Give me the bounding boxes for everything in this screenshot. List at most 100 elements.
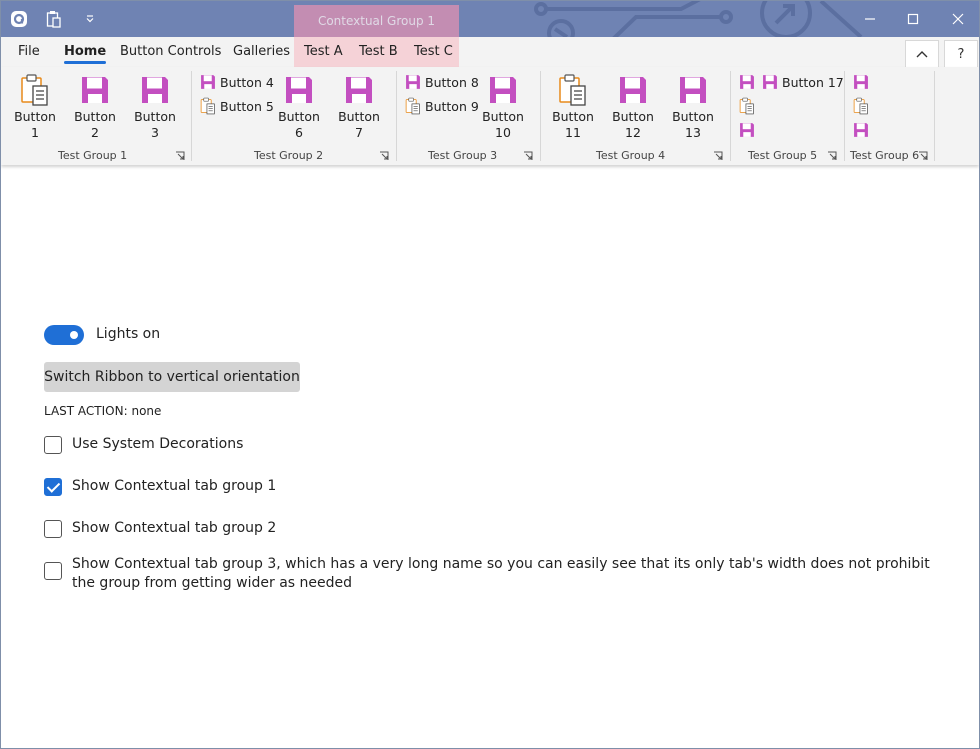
tab-file[interactable]: File xyxy=(18,37,40,67)
dialog-launcher-icon[interactable] xyxy=(918,151,928,161)
save-icon xyxy=(738,73,756,91)
button-13[interactable]: Button 13 xyxy=(669,73,717,141)
tab-galleries[interactable]: Galleries xyxy=(233,37,290,67)
paste-icon xyxy=(199,97,217,115)
group-label: Test Group 4 xyxy=(596,149,666,162)
checkbox-label: Use System Decorations xyxy=(72,436,244,452)
button-label: Button xyxy=(482,109,524,124)
help-button[interactable]: ? xyxy=(944,40,978,68)
button-18[interactable] xyxy=(852,71,873,93)
dialog-launcher-icon[interactable] xyxy=(379,151,389,161)
show-contextual-group-2-checkbox[interactable] xyxy=(44,520,62,538)
use-system-decorations-checkbox[interactable] xyxy=(44,436,62,454)
button-label: 12 xyxy=(625,125,641,140)
button-label: 6 xyxy=(295,125,303,140)
button-6[interactable]: Button 6 xyxy=(275,73,323,141)
dialog-launcher-icon[interactable] xyxy=(827,151,837,161)
save-icon xyxy=(404,73,422,91)
show-contextual-group-3-checkbox[interactable] xyxy=(44,562,62,580)
button-label: 1 xyxy=(31,125,39,140)
button-19[interactable] xyxy=(852,95,873,117)
save-icon xyxy=(761,73,779,91)
button-10[interactable]: Button 10 xyxy=(479,73,527,141)
button-label: 3 xyxy=(151,125,159,140)
save-icon xyxy=(199,73,217,91)
show-contextual-group-1-checkbox[interactable] xyxy=(44,478,62,496)
tab-button-controls[interactable]: Button Controls xyxy=(120,37,221,67)
dialog-launcher-icon[interactable] xyxy=(523,151,533,161)
button-14[interactable] xyxy=(738,71,759,93)
button-label: Button xyxy=(612,109,654,124)
button-20[interactable] xyxy=(852,119,873,141)
toggle-knob xyxy=(70,331,78,339)
save-icon xyxy=(335,73,383,107)
checkbox-label: Show Contextual tab group 2 xyxy=(72,520,277,536)
button-17[interactable]: Button 17 xyxy=(761,71,844,93)
group-separator xyxy=(730,71,731,161)
checkbox-label: Show Contextual tab group 1 xyxy=(72,478,277,494)
save-icon xyxy=(669,73,717,107)
save-icon xyxy=(71,73,119,107)
collapse-ribbon-button[interactable] xyxy=(905,40,939,68)
button-label: Button xyxy=(134,109,176,124)
tab-test-c[interactable]: Test C xyxy=(414,37,453,67)
app-window: Contextual Group 1 File Home Button Cont… xyxy=(0,0,980,749)
button-label: Button xyxy=(278,109,320,124)
group-separator xyxy=(844,71,845,161)
button-7[interactable]: Button 7 xyxy=(335,73,383,141)
button-label: Button xyxy=(338,109,380,124)
tab-home[interactable]: Home xyxy=(64,37,107,67)
dialog-launcher-icon[interactable] xyxy=(713,151,723,161)
button-8[interactable]: Button 8 xyxy=(404,71,479,93)
button-label: Button xyxy=(74,109,116,124)
close-icon xyxy=(952,13,963,25)
group-separator xyxy=(396,71,397,161)
button-15[interactable] xyxy=(738,95,759,117)
chevron-up-icon xyxy=(916,51,928,58)
tab-test-b[interactable]: Test B xyxy=(359,37,398,67)
group-label: Test Group 3 xyxy=(428,149,498,162)
button-11[interactable]: Button 11 xyxy=(549,73,597,141)
ribbon: Button 1 Button 2 Button 3 Test Group 1 … xyxy=(1,67,979,165)
button-9[interactable]: Button 9 xyxy=(404,95,479,117)
save-icon xyxy=(852,73,870,91)
save-icon xyxy=(852,121,870,139)
close-button[interactable] xyxy=(935,1,979,37)
button-label: Button xyxy=(552,109,594,124)
app-logo-icon xyxy=(9,1,29,37)
ribbon-tab-row: File Home Button Controls Galleries Test… xyxy=(1,37,979,68)
minimize-button[interactable] xyxy=(847,1,892,37)
group-label: Test Group 1 xyxy=(58,149,128,162)
button-label: Button 4 xyxy=(220,74,274,90)
button-2[interactable]: Button 2 xyxy=(71,73,119,141)
switch-orientation-button[interactable]: Switch Ribbon to vertical orientation xyxy=(44,362,300,392)
minimize-icon xyxy=(864,18,875,20)
button-label: Button 17 xyxy=(782,74,844,90)
group-label: Test Group 6 xyxy=(850,149,920,162)
group-separator xyxy=(540,71,541,161)
customize-quick-access-icon[interactable] xyxy=(81,1,99,37)
tab-test-a[interactable]: Test A xyxy=(304,37,343,67)
paste-icon xyxy=(404,97,422,115)
button-label: Button xyxy=(14,109,56,124)
lights-toggle-label: Lights on xyxy=(96,326,161,342)
contextual-group-title: Contextual Group 1 xyxy=(294,5,459,37)
paste-icon xyxy=(738,97,756,115)
dialog-launcher-icon[interactable] xyxy=(175,151,185,161)
lights-toggle[interactable] xyxy=(44,325,84,345)
maximize-button[interactable] xyxy=(890,1,935,37)
button-12[interactable]: Button 12 xyxy=(609,73,657,141)
button-3[interactable]: Button 3 xyxy=(131,73,179,141)
button-label: Button 8 xyxy=(425,74,479,90)
button-label: 7 xyxy=(355,125,363,140)
button-4[interactable]: Button 4 xyxy=(199,71,274,93)
button-5[interactable]: Button 5 xyxy=(199,95,274,117)
button-label: 11 xyxy=(565,125,581,140)
maximize-icon xyxy=(907,13,918,25)
button-label: Button 9 xyxy=(425,98,479,114)
button-label: 2 xyxy=(91,125,99,140)
button-1[interactable]: Button 1 xyxy=(11,73,59,141)
paste-icon[interactable] xyxy=(43,1,65,37)
group-label: Test Group 2 xyxy=(254,149,324,162)
button-16[interactable] xyxy=(738,119,759,141)
